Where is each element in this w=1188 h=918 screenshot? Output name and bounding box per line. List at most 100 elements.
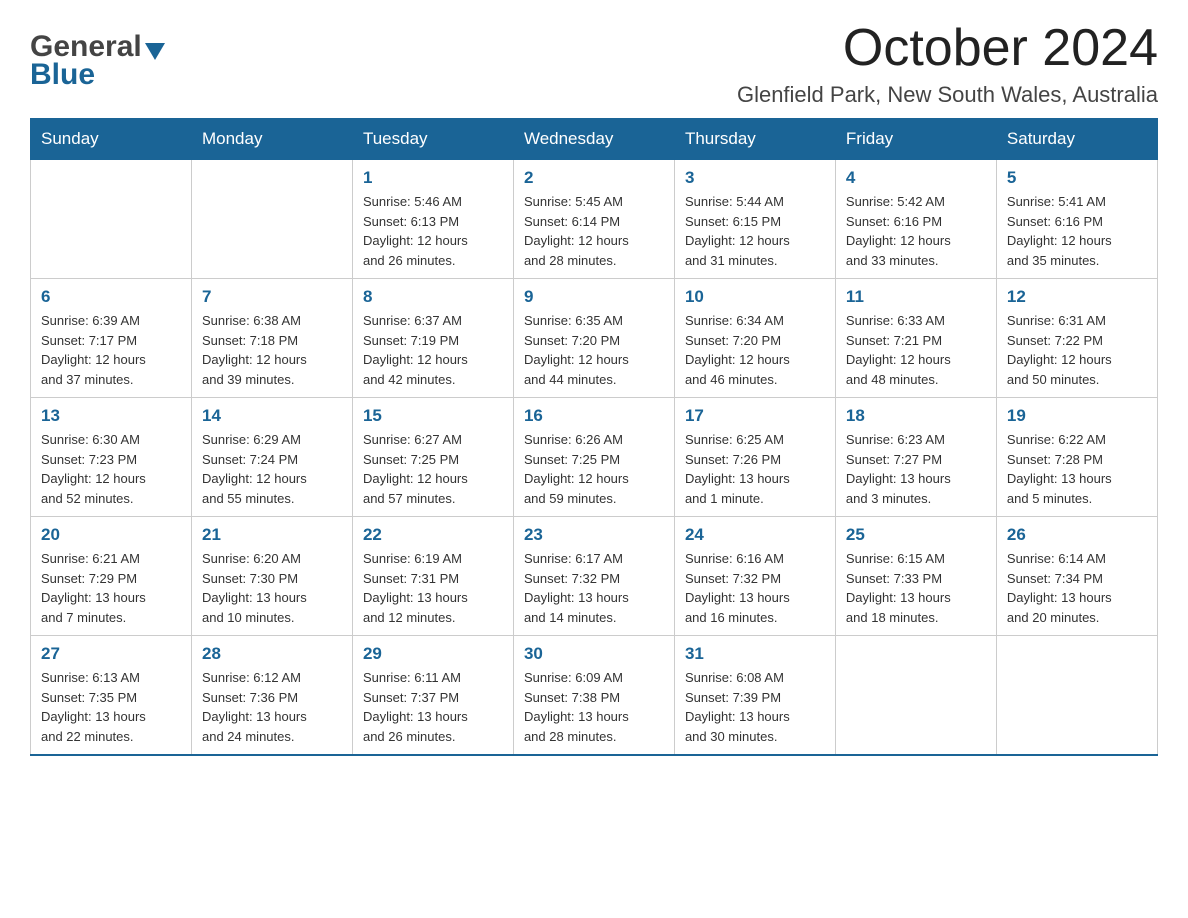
day-info: Sunrise: 6:38 AMSunset: 7:18 PMDaylight:… — [202, 311, 342, 389]
day-number: 15 — [363, 406, 503, 426]
week-row-4: 20 Sunrise: 6:21 AMSunset: 7:29 PMDayligh… — [31, 517, 1158, 636]
day-number: 22 — [363, 525, 503, 545]
calendar-cell: 19Sunrise: 6:22 AMSunset: 7:28 PMDayligh… — [996, 398, 1157, 517]
calendar-cell: 12Sunrise: 6:31 AMSunset: 7:22 PMDayligh… — [996, 279, 1157, 398]
day-info: Sunrise: 6:21 AMSunset: 7:29 PMDaylight:… — [41, 549, 181, 627]
week-row-5: 27 Sunrise: 6:13 AMSunset: 7:35 PMDayligh… — [31, 636, 1158, 756]
day-number: 23 — [524, 525, 664, 545]
day-info: Sunrise: 6:33 AMSunset: 7:21 PMDaylight:… — [846, 311, 986, 389]
day-info: Sunrise: 6:08 AMSunset: 7:39 PMDaylight:… — [685, 668, 825, 746]
calendar-cell: 29Sunrise: 6:11 AMSunset: 7:37 PMDayligh… — [352, 636, 513, 756]
day-number: 18 — [846, 406, 986, 426]
day-info: Sunrise: 5:44 AMSunset: 6:15 PMDaylight:… — [685, 192, 825, 270]
day-number: 6 — [41, 287, 181, 307]
day-info: Sunrise: 5:42 AMSunset: 6:16 PMDaylight:… — [846, 192, 986, 270]
day-number: 27 — [41, 644, 181, 664]
weekday-header-row: SundayMondayTuesdayWednesdayThursdayFrid… — [31, 119, 1158, 160]
day-info: Sunrise: 6:12 AMSunset: 7:36 PMDaylight:… — [202, 668, 342, 746]
day-number: 25 — [846, 525, 986, 545]
weekday-header-saturday: Saturday — [996, 119, 1157, 160]
logo-blue-text: Blue — [30, 58, 165, 92]
calendar-cell: 9 Sunrise: 6:35 AMSunset: 7:20 PMDaylight… — [513, 279, 674, 398]
day-info: Sunrise: 6:16 AMSunset: 7:32 PMDaylight:… — [685, 549, 825, 627]
day-info: Sunrise: 6:13 AMSunset: 7:35 PMDaylight:… — [41, 668, 181, 746]
day-number: 19 — [1007, 406, 1147, 426]
day-info: Sunrise: 6:25 AMSunset: 7:26 PMDaylight:… — [685, 430, 825, 508]
calendar-cell: 24Sunrise: 6:16 AMSunset: 7:32 PMDayligh… — [674, 517, 835, 636]
week-row-3: 13Sunrise: 6:30 AMSunset: 7:23 PMDayligh… — [31, 398, 1158, 517]
calendar-cell: 7Sunrise: 6:38 AMSunset: 7:18 PMDaylight… — [191, 279, 352, 398]
calendar-cell — [835, 636, 996, 756]
day-number: 10 — [685, 287, 825, 307]
day-info: Sunrise: 6:29 AMSunset: 7:24 PMDaylight:… — [202, 430, 342, 508]
day-number: 11 — [846, 287, 986, 307]
day-number: 4 — [846, 168, 986, 188]
day-number: 12 — [1007, 287, 1147, 307]
day-number: 9 — [524, 287, 664, 307]
weekday-header-friday: Friday — [835, 119, 996, 160]
day-number: 17 — [685, 406, 825, 426]
calendar-cell — [191, 160, 352, 279]
weekday-header-sunday: Sunday — [31, 119, 192, 160]
calendar-cell: 5Sunrise: 5:41 AMSunset: 6:16 PMDaylight… — [996, 160, 1157, 279]
day-info: Sunrise: 6:17 AMSunset: 7:32 PMDaylight:… — [524, 549, 664, 627]
calendar-cell — [996, 636, 1157, 756]
calendar-cell: 6 Sunrise: 6:39 AMSunset: 7:17 PMDaylight… — [31, 279, 192, 398]
day-info: Sunrise: 6:19 AMSunset: 7:31 PMDaylight:… — [363, 549, 503, 627]
day-info: Sunrise: 6:09 AMSunset: 7:38 PMDaylight:… — [524, 668, 664, 746]
calendar-cell: 23 Sunrise: 6:17 AMSunset: 7:32 PMDayligh… — [513, 517, 674, 636]
calendar-cell: 10 Sunrise: 6:34 AMSunset: 7:20 PMDayligh… — [674, 279, 835, 398]
day-number: 1 — [363, 168, 503, 188]
day-info: Sunrise: 6:23 AMSunset: 7:27 PMDaylight:… — [846, 430, 986, 508]
calendar-cell: 14 Sunrise: 6:29 AMSunset: 7:24 PMDayligh… — [191, 398, 352, 517]
calendar-table: SundayMondayTuesdayWednesdayThursdayFrid… — [30, 118, 1158, 756]
calendar-cell: 1 Sunrise: 5:46 AMSunset: 6:13 PMDaylight… — [352, 160, 513, 279]
day-number: 21 — [202, 525, 342, 545]
day-info: Sunrise: 5:45 AMSunset: 6:14 PMDaylight:… — [524, 192, 664, 270]
day-info: Sunrise: 6:39 AMSunset: 7:17 PMDaylight:… — [41, 311, 181, 389]
day-info: Sunrise: 6:27 AMSunset: 7:25 PMDaylight:… — [363, 430, 503, 508]
day-info: Sunrise: 6:26 AMSunset: 7:25 PMDaylight:… — [524, 430, 664, 508]
day-number: 14 — [202, 406, 342, 426]
calendar-cell: 20 Sunrise: 6:21 AMSunset: 7:29 PMDayligh… — [31, 517, 192, 636]
calendar-cell: 8 Sunrise: 6:37 AMSunset: 7:19 PMDaylight… — [352, 279, 513, 398]
day-number: 16 — [524, 406, 664, 426]
calendar-cell: 21 Sunrise: 6:20 AMSunset: 7:30 PMDayligh… — [191, 517, 352, 636]
calendar-cell: 13Sunrise: 6:30 AMSunset: 7:23 PMDayligh… — [31, 398, 192, 517]
logo: General Blue — [30, 20, 165, 92]
day-number: 2 — [524, 168, 664, 188]
day-number: 31 — [685, 644, 825, 664]
calendar-cell: 28 Sunrise: 6:12 AMSunset: 7:36 PMDayligh… — [191, 636, 352, 756]
location-title: Glenfield Park, New South Wales, Austral… — [737, 82, 1158, 108]
calendar-cell: 16 Sunrise: 6:26 AMSunset: 7:25 PMDayligh… — [513, 398, 674, 517]
day-info: Sunrise: 6:20 AMSunset: 7:30 PMDaylight:… — [202, 549, 342, 627]
calendar-cell: 3 Sunrise: 5:44 AMSunset: 6:15 PMDaylight… — [674, 160, 835, 279]
weekday-header-monday: Monday — [191, 119, 352, 160]
day-info: Sunrise: 6:30 AMSunset: 7:23 PMDaylight:… — [41, 430, 181, 508]
month-title: October 2024 — [737, 20, 1158, 77]
day-number: 28 — [202, 644, 342, 664]
day-info: Sunrise: 6:34 AMSunset: 7:20 PMDaylight:… — [685, 311, 825, 389]
day-info: Sunrise: 5:41 AMSunset: 6:16 PMDaylight:… — [1007, 192, 1147, 270]
page-header: General Blue October 2024 Glenfield Park… — [30, 20, 1158, 108]
calendar-cell: 11 Sunrise: 6:33 AMSunset: 7:21 PMDayligh… — [835, 279, 996, 398]
calendar-cell: 31 Sunrise: 6:08 AMSunset: 7:39 PMDayligh… — [674, 636, 835, 756]
calendar-cell: 25 Sunrise: 6:15 AMSunset: 7:33 PMDayligh… — [835, 517, 996, 636]
day-number: 3 — [685, 168, 825, 188]
week-row-1: 1 Sunrise: 5:46 AMSunset: 6:13 PMDaylight… — [31, 160, 1158, 279]
calendar-cell: 4 Sunrise: 5:42 AMSunset: 6:16 PMDaylight… — [835, 160, 996, 279]
day-info: Sunrise: 6:35 AMSunset: 7:20 PMDaylight:… — [524, 311, 664, 389]
calendar-cell: 2 Sunrise: 5:45 AMSunset: 6:14 PMDaylight… — [513, 160, 674, 279]
day-info: Sunrise: 6:15 AMSunset: 7:33 PMDaylight:… — [846, 549, 986, 627]
day-number: 8 — [363, 287, 503, 307]
day-info: Sunrise: 6:11 AMSunset: 7:37 PMDaylight:… — [363, 668, 503, 746]
calendar-cell — [31, 160, 192, 279]
weekday-header-tuesday: Tuesday — [352, 119, 513, 160]
calendar-cell: 26Sunrise: 6:14 AMSunset: 7:34 PMDayligh… — [996, 517, 1157, 636]
day-info: Sunrise: 5:46 AMSunset: 6:13 PMDaylight:… — [363, 192, 503, 270]
calendar-cell: 15 Sunrise: 6:27 AMSunset: 7:25 PMDayligh… — [352, 398, 513, 517]
day-info: Sunrise: 6:37 AMSunset: 7:19 PMDaylight:… — [363, 311, 503, 389]
day-number: 26 — [1007, 525, 1147, 545]
calendar-cell: 18 Sunrise: 6:23 AMSunset: 7:27 PMDayligh… — [835, 398, 996, 517]
day-number: 20 — [41, 525, 181, 545]
